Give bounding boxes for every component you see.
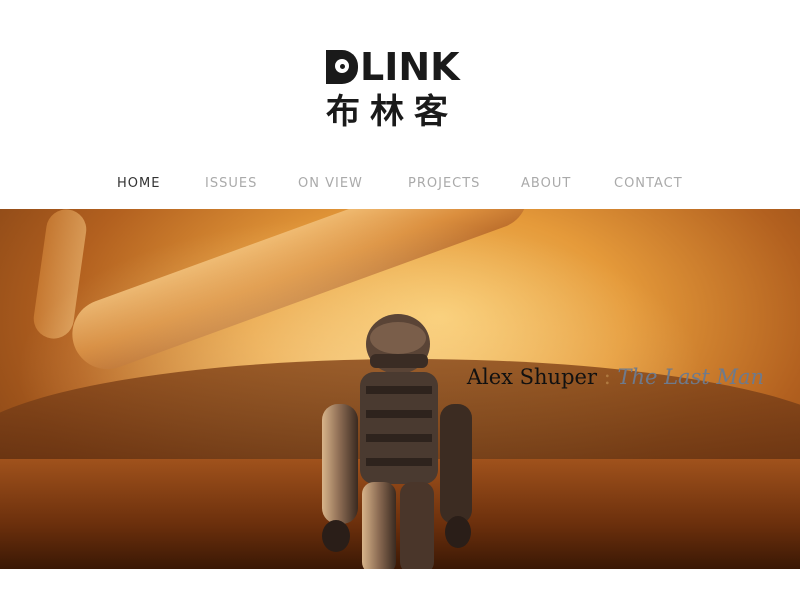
hero-caption[interactable]: Alex Shuper : The Last Man [467, 365, 764, 389]
artist-name: Alex Shuper [466, 365, 597, 389]
logo-b-mark [326, 50, 358, 84]
logo-chinese-text: 布林客 [326, 92, 458, 132]
logo-wordmark: LINK [326, 48, 476, 86]
nav-item-issues[interactable]: ISSUES [205, 176, 257, 191]
nav-item-about[interactable]: ABOUT [521, 176, 571, 191]
artwork-title: The Last Man [617, 365, 764, 389]
logo-latin-text: LINK [360, 45, 460, 89]
nav-item-home[interactable]: HOME [117, 176, 160, 191]
caption-separator: : [603, 365, 611, 389]
main-navigation: HOME ISSUES ON VIEW PROJECTS ABOUT CONTA… [0, 170, 800, 200]
nav-item-projects[interactable]: PROJECTS [408, 176, 480, 191]
astronaut-figure [322, 314, 472, 569]
site-logo[interactable]: LINK 布林客 [326, 48, 476, 132]
nav-item-on-view[interactable]: ON VIEW [298, 176, 363, 191]
nav-item-contact[interactable]: CONTACT [614, 176, 683, 191]
hero-banner[interactable]: Alex Shuper : The Last Man [0, 209, 800, 569]
